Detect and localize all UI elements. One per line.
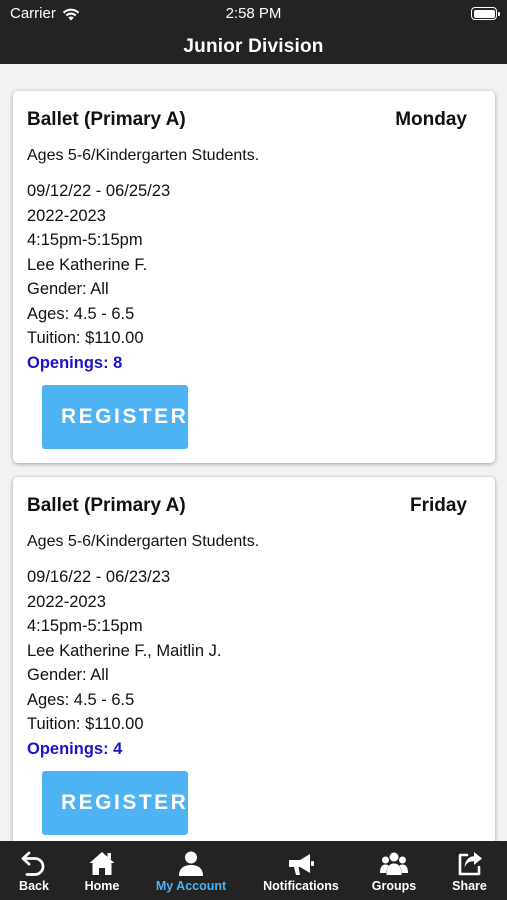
- tab-bar: Back Home My Account Notifications Group…: [0, 841, 507, 900]
- tab-share[interactable]: Share: [432, 841, 507, 900]
- class-details: 09/12/22 - 06/25/23 2022-2023 4:15pm-5:1…: [27, 179, 481, 375]
- back-arrow-icon: [21, 851, 45, 876]
- class-openings: Openings: 8: [27, 353, 123, 372]
- class-instructor: Lee Katherine F., Maitlin J.: [27, 641, 222, 660]
- tab-home[interactable]: Home: [68, 841, 136, 900]
- person-icon: [179, 851, 203, 876]
- class-time: 4:15pm-5:15pm: [27, 617, 143, 635]
- class-season: 2022-2023: [27, 206, 106, 225]
- class-instructor: Lee Katherine F.: [27, 255, 148, 274]
- groups-icon: [380, 852, 408, 875]
- tab-my-account[interactable]: My Account: [136, 841, 246, 900]
- register-button[interactable]: REGISTER: [42, 385, 189, 449]
- class-gender: Gender: All: [27, 280, 109, 298]
- class-openings: Openings: 4: [27, 739, 123, 758]
- class-description: Ages 5-6/Kindergarten Students.: [27, 147, 260, 164]
- class-card: Ballet (Primary A) Monday Ages 5-6/Kinde…: [13, 91, 495, 463]
- class-time: 4:15pm-5:15pm: [27, 231, 143, 249]
- class-card: Ballet (Primary A) Friday Ages 5-6/Kinde…: [13, 477, 495, 841]
- class-name: Ballet (Primary A): [27, 495, 186, 516]
- class-dates: 09/16/22 - 06/23/23: [27, 568, 171, 586]
- class-description: Ages 5-6/Kindergarten Students.: [27, 533, 260, 550]
- battery-icon: [471, 7, 500, 20]
- class-details: 09/16/22 - 06/23/23 2022-2023 4:15pm-5:1…: [27, 565, 481, 761]
- class-ages: Ages: 4.5 - 6.5: [27, 304, 135, 323]
- class-dates: 09/12/22 - 06/25/23: [27, 182, 171, 200]
- home-icon: [89, 852, 115, 875]
- tab-my-account-label: My Account: [155, 879, 227, 893]
- class-gender: Gender: All: [27, 666, 109, 684]
- class-ages: Ages: 4.5 - 6.5: [27, 690, 135, 709]
- class-day: Monday: [395, 109, 467, 130]
- status-time: 2:58 PM: [225, 5, 282, 22]
- tab-share-label: Share: [452, 879, 487, 893]
- class-season: 2022-2023: [27, 592, 106, 611]
- tab-groups[interactable]: Groups: [356, 841, 432, 900]
- megaphone-icon: [289, 854, 314, 875]
- status-bar: Carrier 2:58 PM: [0, 0, 507, 28]
- class-tuition: Tuition: $110.00: [27, 329, 144, 347]
- class-name: Ballet (Primary A): [27, 109, 186, 130]
- tab-notifications-label: Notifications: [263, 879, 339, 893]
- class-day: Friday: [409, 495, 467, 516]
- tab-back[interactable]: Back: [0, 841, 68, 900]
- tab-groups-label: Groups: [371, 879, 417, 893]
- page-title: Junior Division: [183, 36, 324, 57]
- share-icon: [458, 852, 482, 876]
- class-tuition: Tuition: $110.00: [27, 715, 144, 733]
- class-list[interactable]: Ballet (Primary A) Monday Ages 5-6/Kinde…: [0, 64, 507, 841]
- app-header: Carrier 2:58 PM Junior Division: [0, 0, 507, 64]
- tab-notifications[interactable]: Notifications: [246, 841, 356, 900]
- tab-home-label: Home: [84, 879, 120, 893]
- register-button[interactable]: REGISTER: [42, 771, 189, 835]
- tab-back-label: Back: [19, 879, 49, 893]
